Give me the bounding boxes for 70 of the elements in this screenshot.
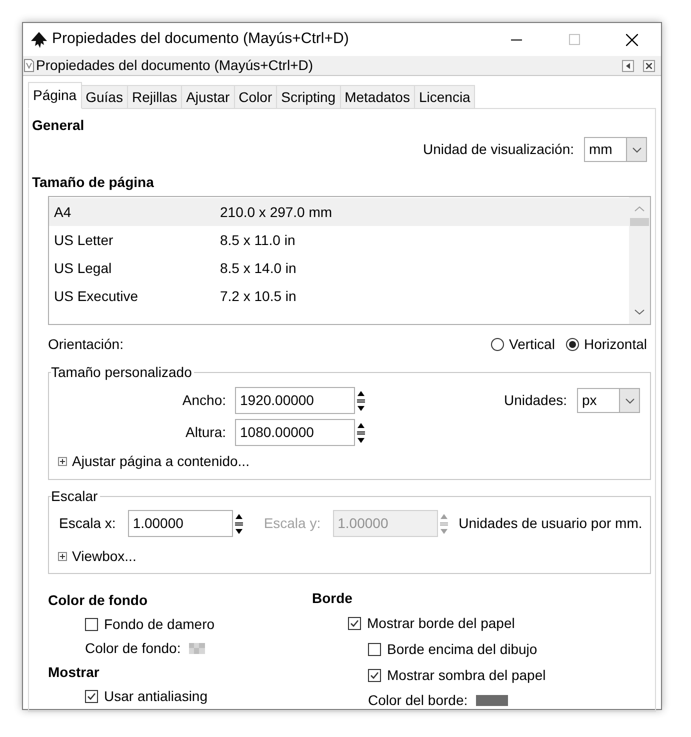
- checkered-swatch[interactable]: [188, 643, 205, 654]
- number-field[interactable]: 1080.00000: [235, 419, 355, 446]
- number-field[interactable]: 1920.00000: [235, 387, 355, 414]
- section-heading: Borde: [312, 589, 354, 608]
- triangle-left-icon: [625, 62, 631, 68]
- checkbox[interactable]: [368, 669, 381, 682]
- field-label: Color del borde:: [368, 691, 468, 710]
- maximize-icon: [568, 34, 580, 45]
- close-icon: [646, 62, 652, 68]
- field-label: Unidades:: [504, 391, 567, 410]
- tab[interactable]: Página: [28, 82, 82, 109]
- tab[interactable]: Rejillas: [126, 85, 182, 109]
- checkbox-label: Mostrar sombra del papel: [387, 666, 546, 685]
- field-label: Escala y:: [264, 514, 321, 533]
- checkbox-label: Mostrar borde del papel: [367, 614, 515, 633]
- checkbox[interactable]: [368, 643, 381, 656]
- checkbox[interactable]: [85, 618, 98, 631]
- checkbox[interactable]: [348, 617, 361, 630]
- tab[interactable]: Licencia: [414, 85, 476, 109]
- units-dropdown[interactable]: px: [577, 388, 640, 413]
- section-heading: General: [32, 116, 86, 135]
- color-swatch[interactable]: [476, 695, 508, 706]
- checkbox-label: Usar antialiasing: [104, 687, 208, 706]
- checkbox-label: Borde encima del dibujo: [387, 640, 538, 659]
- number-field: 1.00000: [332, 510, 438, 537]
- field-label: Escala x:: [59, 514, 116, 533]
- list-row[interactable]: US Legal 8.5 x 14.0 in: [49, 254, 629, 282]
- close-panel-button[interactable]: [643, 60, 655, 72]
- section-heading: Mostrar: [48, 663, 100, 682]
- unit-note: Unidades de usuario por mm.: [458, 514, 642, 533]
- page-dimensions: 210.0 x 297.0 mm: [220, 202, 332, 222]
- page-dimensions: 8.5 x 11.0 in: [220, 230, 296, 250]
- page-name: US Legal: [53, 258, 113, 278]
- radio-option[interactable]: Horizontal: [566, 334, 647, 355]
- window-title: Propiedades del documento (Mayús+Ctrl+D): [52, 29, 350, 50]
- tab[interactable]: Scripting: [276, 85, 341, 109]
- scrollbar[interactable]: [629, 197, 650, 324]
- checkbox-label: Fondo de damero: [104, 615, 215, 634]
- panel-title: Propiedades del documento (Mayús+Ctrl+D): [36, 56, 314, 75]
- tab[interactable]: Color: [234, 85, 278, 109]
- dock-button[interactable]: [622, 60, 634, 72]
- expander[interactable]: Ajustar página a contenido...: [58, 451, 640, 472]
- tab[interactable]: Guías: [80, 85, 128, 109]
- page-name: A4: [53, 202, 72, 222]
- tab[interactable]: Ajustar: [181, 85, 235, 109]
- field-label: Color de fondo:: [85, 639, 181, 658]
- page-dimensions: 7.2 x 10.5 in: [220, 286, 296, 306]
- section-heading: Color de fondo: [48, 591, 149, 610]
- field-label: Orientación:: [48, 335, 124, 354]
- list-row[interactable]: US Executive 7.2 x 10.5 in: [49, 282, 629, 310]
- logo-icon: [30, 30, 48, 48]
- close-icon: [626, 34, 638, 46]
- field-label: Altura:: [184, 423, 226, 442]
- unit-dropdown[interactable]: mm: [584, 137, 647, 162]
- page-name: US Executive: [53, 286, 140, 306]
- list-row[interactable]: A4 210.0 x 297.0 mm: [49, 198, 629, 226]
- field-label: Ancho:: [181, 391, 226, 410]
- page-dimensions: 8.5 x 14.0 in: [220, 258, 296, 278]
- section-heading: Tamaño de página: [32, 173, 155, 192]
- chevron-down-icon: [619, 389, 639, 412]
- number-field[interactable]: 1.00000: [128, 510, 233, 537]
- field-label: Unidad de visualización:: [423, 140, 574, 159]
- page-name: US Letter: [53, 230, 114, 250]
- chevron-down-icon: [626, 138, 646, 161]
- checkbox[interactable]: [85, 690, 98, 703]
- tab[interactable]: Metadatos: [340, 85, 415, 109]
- radio-option[interactable]: Vertical: [491, 334, 555, 355]
- minimize-icon: [510, 38, 522, 40]
- expander[interactable]: Viewbox...: [58, 546, 640, 567]
- list-row[interactable]: US Letter 8.5 x 11.0 in: [49, 226, 629, 254]
